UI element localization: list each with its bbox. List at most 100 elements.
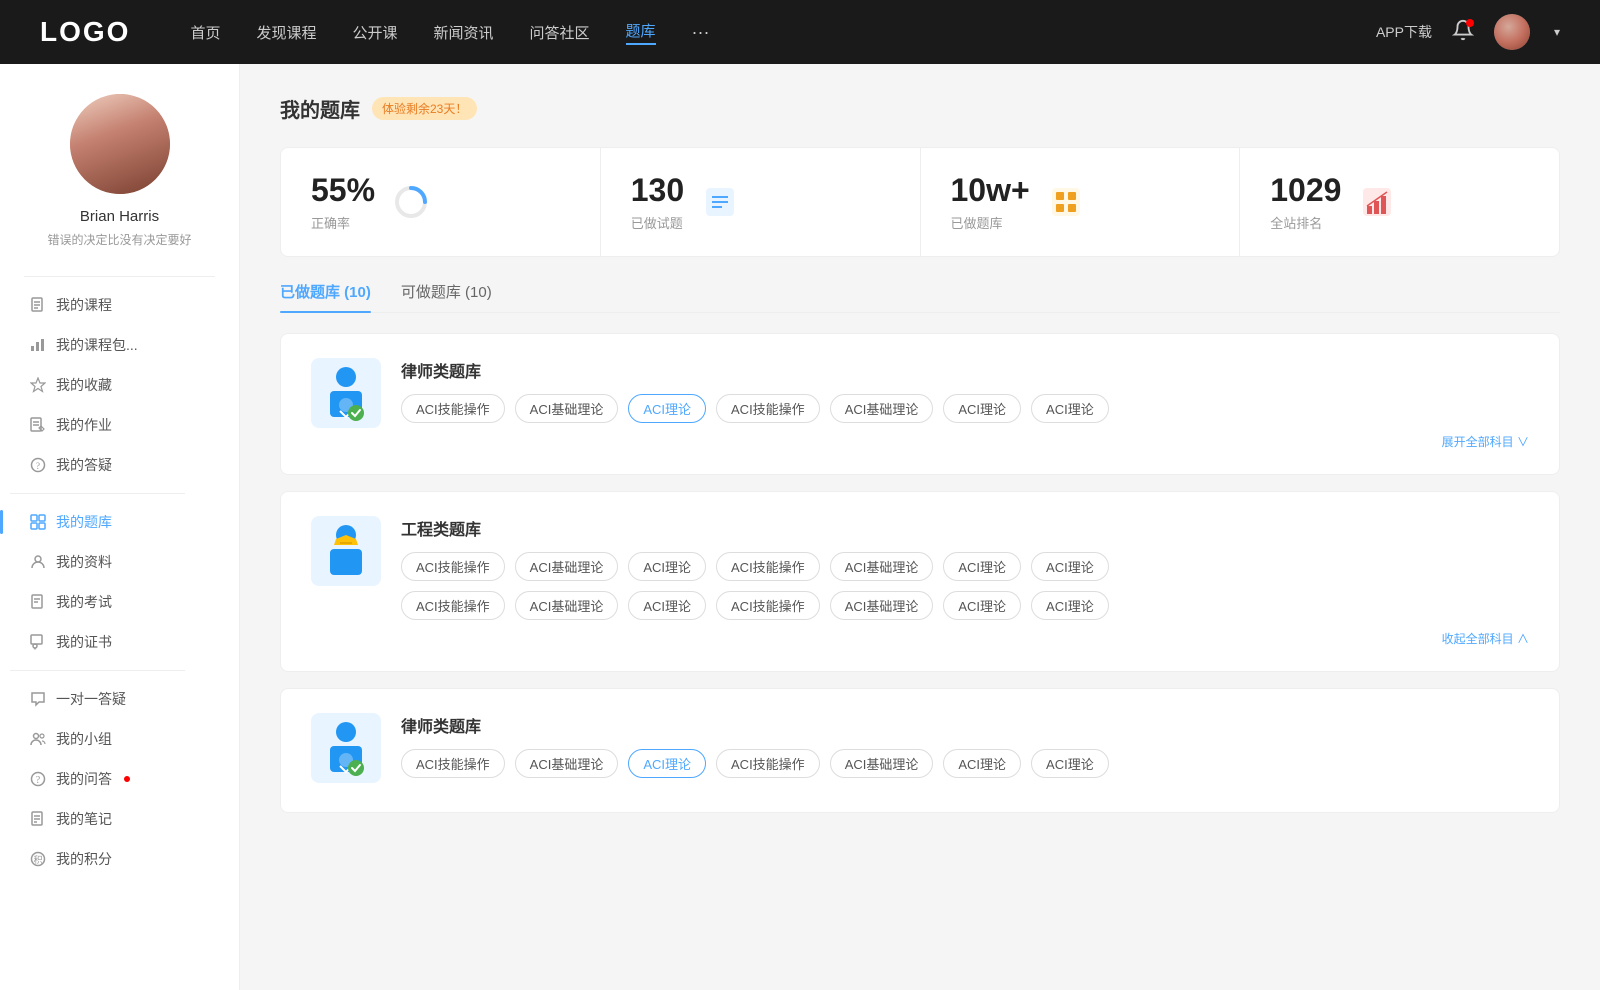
tag-1-1[interactable]: ACI基础理论	[515, 394, 619, 423]
tag-1-6[interactable]: ACI理论	[1031, 394, 1109, 423]
questions-list-icon	[702, 184, 738, 220]
stat-value-questions: 130	[631, 172, 684, 209]
tag-2-1[interactable]: ACI基础理论	[515, 552, 619, 581]
tag-2-3[interactable]: ACI技能操作	[716, 552, 820, 581]
sidebar-item-points[interactable]: 积 我的积分	[10, 839, 229, 879]
collapse-link-2[interactable]: 收起全部科目 ∧	[401, 630, 1529, 647]
svg-text:?: ?	[36, 461, 40, 471]
nav-more-dots[interactable]: ···	[692, 22, 710, 43]
sidebar-motto: 错误的决定比没有决定要好	[27, 231, 211, 248]
tab-available-banks[interactable]: 可做题库 (10)	[401, 281, 492, 312]
sidebar-label-course-package: 我的课程包...	[56, 335, 138, 355]
tag-2-9[interactable]: ACI理论	[628, 591, 706, 620]
tag-2-12[interactable]: ACI理论	[943, 591, 1021, 620]
tag-3-3[interactable]: ACI技能操作	[716, 749, 820, 778]
tag-2-11[interactable]: ACI基础理论	[830, 591, 934, 620]
tag-2-13[interactable]: ACI理论	[1031, 591, 1109, 620]
accuracy-donut-icon	[393, 184, 429, 220]
avatar[interactable]	[1494, 14, 1530, 50]
sidebar-item-profile[interactable]: 我的资料	[10, 542, 229, 582]
tags-row-2b: ACI技能操作 ACI基础理论 ACI理论 ACI技能操作 ACI基础理论 AC…	[401, 591, 1529, 620]
engineer-person-icon	[320, 521, 372, 581]
tag-1-0[interactable]: ACI技能操作	[401, 394, 505, 423]
notification-bell[interactable]	[1452, 19, 1474, 46]
sidebar-label-profile: 我的资料	[56, 552, 112, 572]
stat-value-accuracy: 55%	[311, 172, 375, 209]
sidebar-item-notes[interactable]: 我的笔记	[10, 799, 229, 839]
nav-link-news[interactable]: 新闻资讯	[434, 22, 494, 43]
tag-1-5[interactable]: ACI理论	[943, 394, 1021, 423]
bank-title-3: 律师类题库	[401, 713, 1529, 737]
sidebar-item-course-package[interactable]: 我的课程包...	[10, 325, 229, 365]
tab-done-banks[interactable]: 已做题库 (10)	[280, 281, 371, 312]
tag-1-4[interactable]: ACI基础理论	[830, 394, 934, 423]
lawyer-icon-wrap-1	[311, 358, 381, 428]
tag-3-2[interactable]: ACI理论	[628, 749, 706, 778]
sidebar-item-qa-answer[interactable]: ? 我的答疑	[10, 445, 229, 485]
nav-link-qa[interactable]: 问答社区	[530, 22, 590, 43]
rank-icon-wrap	[1357, 182, 1397, 222]
tag-3-1[interactable]: ACI基础理论	[515, 749, 619, 778]
tag-1-2[interactable]: ACI理论	[628, 394, 706, 423]
doc-icon	[30, 594, 46, 610]
bank-title-1: 律师类题库	[401, 358, 1529, 382]
sidebar-item-my-questions[interactable]: ? 我的问答	[10, 759, 229, 799]
grid-icon	[30, 514, 46, 530]
sidebar-item-question-bank[interactable]: 我的题库	[10, 502, 229, 542]
stat-value-banks: 10w+	[951, 172, 1030, 209]
tag-3-5[interactable]: ACI理论	[943, 749, 1021, 778]
tag-3-4[interactable]: ACI基础理论	[830, 749, 934, 778]
tag-2-10[interactable]: ACI技能操作	[716, 591, 820, 620]
person-icon	[30, 554, 46, 570]
accuracy-icon-wrap	[391, 182, 431, 222]
app-download-button[interactable]: APP下载	[1376, 22, 1432, 42]
sidebar-item-my-course[interactable]: 我的课程	[10, 285, 229, 325]
stat-label-accuracy: 正确率	[311, 213, 375, 232]
tag-2-6[interactable]: ACI理论	[1031, 552, 1109, 581]
stat-info-rank: 1029 全站排名	[1270, 172, 1341, 232]
bank-card-header-3: 律师类题库 ACI技能操作 ACI基础理论 ACI理论 ACI技能操作 ACI基…	[311, 713, 1529, 788]
sidebar-item-certificate[interactable]: 我的证书	[10, 622, 229, 662]
trial-badge: 体验剩余23天！	[372, 97, 477, 120]
sidebar-avatar-image	[70, 94, 170, 194]
sidebar-label-one-on-one: 一对一答疑	[56, 689, 126, 709]
tag-2-7[interactable]: ACI技能操作	[401, 591, 505, 620]
qa-icon: ?	[30, 771, 46, 787]
sidebar-user-name: Brian Harris	[80, 208, 159, 225]
tags-row-2a: ACI技能操作 ACI基础理论 ACI理论 ACI技能操作 ACI基础理论 AC…	[401, 552, 1529, 581]
tag-2-4[interactable]: ACI基础理论	[830, 552, 934, 581]
sidebar-avatar	[70, 94, 170, 194]
bank-card-body-2: 工程类题库 ACI技能操作 ACI基础理论 ACI理论 ACI技能操作 ACI基…	[401, 516, 1529, 647]
bank-card-lawyer-1: 律师类题库 ACI技能操作 ACI基础理论 ACI理论 ACI技能操作 ACI基…	[280, 333, 1560, 475]
sidebar-divider-3	[10, 670, 185, 671]
tag-2-8[interactable]: ACI基础理论	[515, 591, 619, 620]
nav-link-home[interactable]: 首页	[190, 22, 220, 43]
tag-2-2[interactable]: ACI理论	[628, 552, 706, 581]
nav-link-bank[interactable]: 题库	[626, 20, 656, 45]
sidebar-item-one-on-one[interactable]: 一对一答疑	[10, 679, 229, 719]
bank-card-header-2: 工程类题库 ACI技能操作 ACI基础理论 ACI理论 ACI技能操作 ACI基…	[311, 516, 1529, 647]
tag-3-6[interactable]: ACI理论	[1031, 749, 1109, 778]
page-wrapper: Brian Harris 错误的决定比没有决定要好 我的课程 我的课程包...	[0, 64, 1600, 990]
sidebar-item-exam[interactable]: 我的考试	[10, 582, 229, 622]
tag-1-3[interactable]: ACI技能操作	[716, 394, 820, 423]
tag-2-0[interactable]: ACI技能操作	[401, 552, 505, 581]
rank-bar-icon	[1359, 184, 1395, 220]
sidebar-item-group[interactable]: 我的小组	[10, 719, 229, 759]
sidebar-label-notes: 我的笔记	[56, 809, 112, 829]
avatar-dropdown-arrow[interactable]: ▾	[1554, 25, 1560, 39]
tag-3-0[interactable]: ACI技能操作	[401, 749, 505, 778]
tag-2-5[interactable]: ACI理论	[943, 552, 1021, 581]
note-icon	[30, 811, 46, 827]
expand-link-1[interactable]: 展开全部科目 ∨	[401, 433, 1529, 450]
group-icon	[30, 731, 46, 747]
sidebar-item-favorites[interactable]: 我的收藏	[10, 365, 229, 405]
sidebar-item-homework[interactable]: 我的作业	[10, 405, 229, 445]
nav-link-open-course[interactable]: 公开课	[352, 22, 397, 43]
stat-info-accuracy: 55% 正确率	[311, 172, 375, 232]
banks-grid-icon	[1048, 184, 1084, 220]
banks-icon-wrap	[1046, 182, 1086, 222]
page-title: 我的题库	[280, 94, 360, 123]
nav-link-discover[interactable]: 发现课程	[256, 22, 316, 43]
stat-label-banks: 已做题库	[951, 213, 1030, 232]
